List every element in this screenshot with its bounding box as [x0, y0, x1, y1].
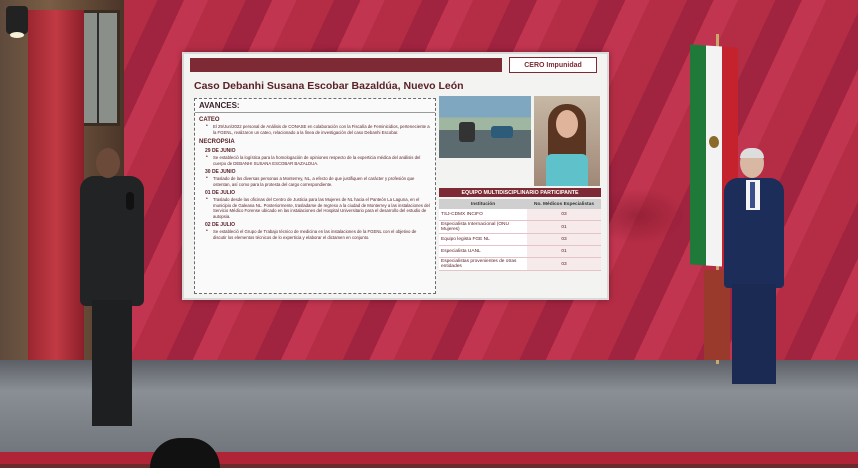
portrait-photo: [534, 96, 600, 186]
necropsia-entry-text: Traslado de las diversas personas a Mont…: [206, 176, 431, 187]
count-cell: 03: [527, 257, 601, 271]
institution-cell: TSJ-CDMX INCIFO: [439, 209, 527, 221]
section-cateo-label: CATEO: [199, 117, 220, 123]
column-header: Institución: [439, 199, 527, 209]
column-header: No. Médicos Especialistas: [527, 199, 601, 209]
necropsia-entry-date: 29 DE JUNIO: [205, 148, 236, 154]
table-header-row: Institución No. Médicos Especialistas: [439, 199, 601, 209]
table-row: Equipo legista FGE NL 03: [439, 233, 601, 246]
slide-top-bar: [190, 58, 502, 72]
cateo-entry-text: El 29/Jun/2022 personal de Análisis de C…: [206, 124, 431, 135]
presenter-head: [96, 148, 120, 178]
standing-official-figure: [718, 148, 790, 388]
presentation-screen: CERO Impunidad Caso Debanhi Susana Escob…: [182, 52, 609, 300]
team-table: Institución No. Médicos Especialistas TS…: [439, 199, 601, 271]
count-cell: 03: [527, 233, 601, 246]
institution-cell: Especialista UANL: [439, 245, 527, 258]
necropsia-entry-date: 02 DE JULIO: [205, 222, 236, 228]
people-figure: [459, 122, 475, 142]
count-cell: 03: [527, 209, 601, 221]
slide-title: Caso Debanhi Susana Escobar Bazaldúa, Nu…: [194, 80, 464, 92]
table-row: TSJ-CDMX INCIFO 03: [439, 209, 601, 221]
necropsia-entry-date: 01 DE JULIO: [205, 190, 236, 196]
count-cell: 01: [527, 245, 601, 258]
microphone-icon: [126, 192, 134, 210]
necropsia-entry-text: Se estableció el Grupo de Trabajo técnic…: [206, 229, 431, 240]
team-heading: EQUIPO MULTIDISCIPLINARIO PARTICIPANTE: [439, 188, 601, 197]
section-necropsia-label: NECROPSIA: [199, 139, 235, 145]
avances-heading: AVANCES:: [195, 99, 435, 113]
count-cell: 01: [527, 220, 601, 234]
necropsia-entry-date: 30 DE JUNIO: [205, 169, 236, 175]
institution-cell: Especialistas provenientes de otras enti…: [439, 257, 527, 271]
vehicle-figure: [491, 126, 513, 138]
presenter-suit: [80, 176, 144, 306]
avances-panel: AVANCES: CATEO El 29/Jun/2022 personal d…: [194, 98, 436, 294]
scene-photo: [439, 96, 531, 158]
flag-green-stripe: [690, 44, 706, 266]
presenter-legs: [92, 300, 132, 426]
institution-cell: Especialista Internacional (ONU Mujeres): [439, 220, 527, 234]
necropsia-entry-text: Se estableció la logística para la homol…: [206, 155, 431, 166]
stage-edge: [0, 452, 858, 464]
official-hair: [740, 148, 764, 158]
official-tie: [750, 182, 755, 208]
portrait-face: [556, 110, 578, 138]
table-row: Especialistas provenientes de otras enti…: [439, 257, 601, 271]
table-row: Especialista UANL 01: [439, 245, 601, 258]
institution-cell: Equipo legista FGE NL: [439, 233, 527, 246]
portrait-clothing: [546, 154, 588, 186]
presenter-figure: [76, 140, 156, 440]
table-row: Especialista Internacional (ONU Mujeres)…: [439, 220, 601, 234]
cero-impunidad-logo: CERO Impunidad: [509, 57, 597, 73]
lamp-icon: [6, 6, 28, 38]
necropsia-entry-text: Traslado desde las oficinas del Centro d…: [206, 197, 431, 219]
official-legs: [732, 284, 776, 384]
